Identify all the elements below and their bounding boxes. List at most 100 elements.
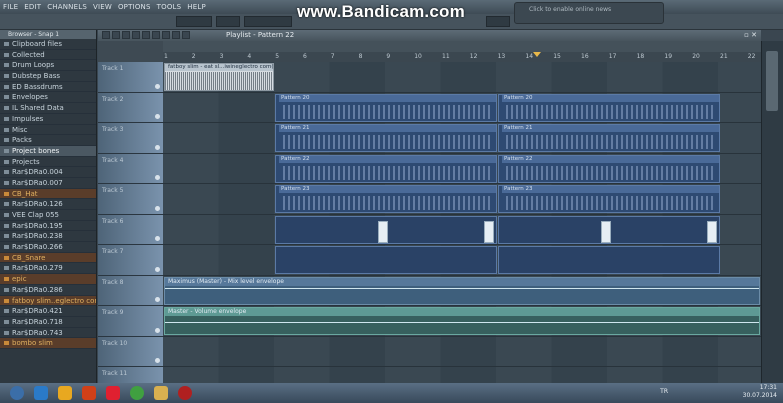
drum-pattern-clip[interactable] bbox=[498, 246, 720, 274]
browser-item[interactable]: Drum Loops bbox=[0, 60, 96, 72]
track-header[interactable]: Track 1 bbox=[98, 62, 163, 93]
vertical-scrollbar[interactable] bbox=[761, 41, 783, 383]
browser-item[interactable]: Rar$DRa0.238 bbox=[0, 231, 96, 243]
browser-item[interactable]: Rar$DRa0.718 bbox=[0, 317, 96, 328]
song-position-display[interactable] bbox=[244, 16, 292, 27]
browser-item[interactable]: Rar$DRa0.421 bbox=[0, 306, 96, 317]
track-lane[interactable] bbox=[163, 367, 761, 383]
browser-item[interactable]: ED Bassdrums bbox=[0, 82, 96, 93]
track-mute-led[interactable] bbox=[155, 175, 160, 180]
clip-block[interactable] bbox=[601, 220, 611, 243]
drum-pattern-clip[interactable] bbox=[275, 246, 497, 274]
scroll-thumb[interactable] bbox=[766, 51, 778, 111]
clip-block[interactable] bbox=[378, 220, 388, 243]
browser-item[interactable]: Dubstep Bass bbox=[0, 71, 96, 82]
track-mute-led[interactable] bbox=[155, 144, 160, 150]
automation-clip[interactable]: Master - Volume envelope bbox=[164, 307, 760, 335]
browser-item[interactable]: Rar$DRa0.743 bbox=[0, 328, 96, 339]
browser-item[interactable]: bombo slim bbox=[0, 338, 96, 349]
menu-options[interactable]: OPTIONS bbox=[115, 3, 154, 11]
browser-item[interactable]: Rar$DRa0.266 bbox=[0, 242, 96, 253]
track-lane[interactable] bbox=[163, 336, 761, 367]
track-header[interactable]: Track 5 bbox=[98, 184, 163, 215]
track-header[interactable]: Track 7 bbox=[98, 245, 163, 276]
pattern-clip[interactable]: Pattern 20 bbox=[498, 93, 720, 122]
track-mute-led[interactable] bbox=[155, 83, 160, 89]
paint-tool-icon[interactable] bbox=[112, 31, 120, 39]
play-tool-icon[interactable] bbox=[172, 31, 180, 39]
pattern-clip[interactable]: Pattern 23 bbox=[498, 185, 720, 213]
draw-tool-icon[interactable] bbox=[102, 31, 110, 39]
track-header[interactable]: Track 3 bbox=[98, 123, 163, 154]
bar-ruler[interactable]: 1 2 3 4 5 6 7 8 9 10 11 12 13 14 15 16 17 18 19 20 21 22 bbox=[163, 52, 761, 62]
browser-item[interactable]: Rar$DRa0.279 bbox=[0, 263, 96, 275]
track-header[interactable]: Track 6 bbox=[98, 214, 163, 245]
clock[interactable]: 17:31 30.07.2014 bbox=[743, 384, 777, 400]
track-header[interactable]: Track 8 bbox=[98, 275, 163, 306]
automation-clip[interactable]: Maximus (Master) - Mix level envelope bbox=[164, 276, 760, 305]
track-mute-led[interactable] bbox=[155, 236, 160, 241]
browser-item[interactable]: Envelopes bbox=[0, 92, 96, 104]
track-mute-led[interactable] bbox=[155, 266, 160, 272]
tempo-display[interactable] bbox=[176, 16, 212, 27]
snap-icon[interactable] bbox=[182, 31, 190, 39]
browser-item[interactable]: VEE Clap 055 bbox=[0, 210, 96, 221]
media-player-icon[interactable] bbox=[82, 386, 96, 400]
browser-item[interactable]: Rar$DRa0.007 bbox=[0, 178, 96, 189]
pattern-clip[interactable]: Pattern 23 bbox=[275, 185, 497, 213]
menu-file[interactable]: FILE bbox=[0, 3, 21, 11]
track-mute-led[interactable] bbox=[155, 358, 160, 363]
browser-item[interactable]: IL Shared Data bbox=[0, 103, 96, 114]
browser-item[interactable]: Rar$DRa0.286 bbox=[0, 285, 96, 296]
browser-item[interactable]: Rar$DRa0.004 bbox=[0, 167, 96, 178]
pattern-clip[interactable]: Pattern 22 bbox=[275, 154, 497, 183]
browser-item[interactable]: CB_Hat bbox=[0, 188, 96, 200]
clip-block[interactable] bbox=[484, 220, 494, 243]
browser-item[interactable]: Misc bbox=[0, 125, 96, 136]
menu-tools[interactable]: TOOLS bbox=[154, 3, 185, 11]
yandex-icon[interactable] bbox=[106, 386, 120, 400]
track-header[interactable]: Track 10 bbox=[98, 336, 163, 367]
pattern-clip[interactable]: Pattern 22 bbox=[498, 154, 720, 183]
mute-tool-icon[interactable] bbox=[132, 31, 140, 39]
chrome-icon[interactable] bbox=[130, 386, 144, 400]
menu-channels[interactable]: CHANNELS bbox=[44, 3, 90, 11]
fl-studio-icon[interactable] bbox=[58, 386, 72, 400]
browser-item[interactable]: Projects bbox=[0, 157, 96, 168]
track-mute-led[interactable] bbox=[155, 297, 160, 302]
track-mute-led[interactable] bbox=[155, 114, 160, 119]
playhead-marker[interactable] bbox=[533, 52, 541, 57]
slice-tool-icon[interactable] bbox=[142, 31, 150, 39]
track-header[interactable]: Track 4 bbox=[98, 153, 163, 184]
pattern-clip[interactable]: Pattern 21 bbox=[498, 124, 720, 152]
browser-item[interactable]: Rar$DRa0.126 bbox=[0, 199, 96, 210]
pattern-clip[interactable]: Pattern 21 bbox=[275, 124, 497, 152]
browser-item[interactable]: Rar$DRa0.195 bbox=[0, 221, 96, 232]
track-mute-led[interactable] bbox=[155, 327, 160, 333]
browser-item[interactable]: CB_Snare bbox=[0, 252, 96, 264]
track-mute-led[interactable] bbox=[155, 205, 160, 211]
track-header[interactable]: Track 2 bbox=[98, 92, 163, 123]
track-header[interactable]: Track 9 bbox=[98, 306, 163, 337]
playlist-grid[interactable]: fatboy slim - eat sl...iwineglectro com(… bbox=[163, 62, 761, 383]
folder-icon[interactable] bbox=[154, 386, 168, 400]
select-tool-icon[interactable] bbox=[152, 31, 160, 39]
browser-item[interactable]: Impulses bbox=[0, 114, 96, 125]
browser-item[interactable]: Collected bbox=[0, 50, 96, 61]
browser-item[interactable]: fatboy slim..eglectro com(2) bbox=[0, 295, 96, 307]
start-icon[interactable] bbox=[10, 386, 24, 400]
zoom-tool-icon[interactable] bbox=[162, 31, 170, 39]
browser-item[interactable]: epic bbox=[0, 274, 96, 285]
language-indicator[interactable]: TR bbox=[660, 388, 668, 395]
clip-block[interactable] bbox=[707, 220, 717, 243]
browser-item[interactable]: Packs bbox=[0, 135, 96, 146]
menu-help[interactable]: HELP bbox=[184, 3, 209, 11]
browser-header[interactable]: Browser - Snap 1 bbox=[0, 30, 96, 39]
delete-tool-icon[interactable] bbox=[122, 31, 130, 39]
window-buttons[interactable]: ▫ ✕ bbox=[744, 30, 757, 41]
online-news-panel[interactable]: Click to enable online news bbox=[514, 2, 664, 24]
browser-item[interactable]: Clipboard files bbox=[0, 39, 96, 50]
menu-edit[interactable]: EDIT bbox=[21, 3, 44, 11]
menu-view[interactable]: VIEW bbox=[90, 3, 115, 11]
browser-item[interactable]: Project bones bbox=[0, 145, 96, 157]
